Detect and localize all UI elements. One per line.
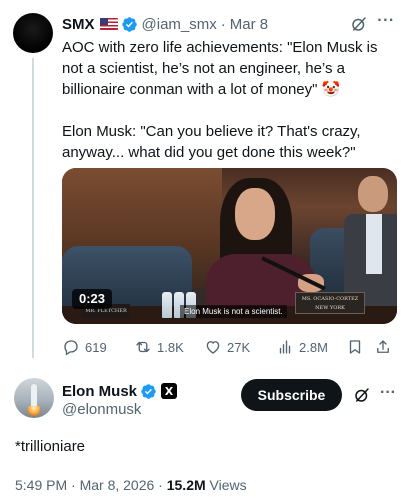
share-button[interactable]	[374, 336, 397, 358]
heart-icon	[206, 341, 220, 354]
repost-button[interactable]: 1.8K	[134, 336, 184, 358]
quoted-tweet-header: SMX @iam_smx · Mar 8	[62, 14, 268, 34]
share-icon	[377, 340, 389, 353]
reply-count: 619	[85, 339, 107, 355]
like-button[interactable]: 27K	[204, 336, 250, 358]
views-label: Views	[205, 477, 247, 493]
tweet-text: *trillioniare	[15, 438, 86, 455]
tweet-text: AOC with zero life achievements: "Elon M…	[62, 37, 400, 163]
video-duration: 0:23	[72, 289, 113, 309]
verified-badge-icon[interactable]	[140, 383, 157, 400]
video-caption: Elon Musk is not a scientist.	[180, 305, 287, 318]
repost-count: 1.8K	[157, 339, 184, 355]
author-handle[interactable]: @iam_smx	[142, 16, 217, 33]
tweet-metadata: 5:49 PM · Mar 8, 2026 · 15.2M Views	[15, 477, 247, 493]
views-count: 2.8M	[299, 339, 328, 355]
quoted-tweet[interactable]: SMX @iam_smx · Mar 8 ··· AOC with zero l…	[0, 0, 409, 368]
tweet-date[interactable]: Mar 8	[230, 16, 268, 33]
analytics-icon	[279, 340, 291, 354]
tweet-timestamp[interactable]: 5:49 PM · Mar 8, 2026 ·	[15, 477, 167, 493]
author-name[interactable]: SMX	[62, 16, 95, 33]
author-name[interactable]: Elon Musk	[62, 383, 137, 400]
reply-button[interactable]: 619	[62, 336, 107, 358]
tweet-text-paragraph: AOC with zero life achievements: "Elon M…	[62, 39, 378, 98]
views-button[interactable]: 2.8M	[276, 336, 328, 358]
more-options-icon[interactable]: ···	[378, 385, 398, 405]
avatar[interactable]	[14, 378, 54, 418]
main-tweet[interactable]: Elon Musk X @elonmusk Subscribe ··· *tri…	[0, 368, 409, 503]
us-flag-icon	[99, 18, 118, 30]
tweet-actions: 619 1.8K 27K 2.8M	[62, 336, 402, 358]
nameplate-line: MS. OCASIO-CORTEZ	[301, 296, 359, 302]
grok-icon[interactable]	[353, 386, 371, 404]
rocket-image	[31, 384, 37, 408]
grok-icon[interactable]	[350, 15, 368, 33]
bookmark-button[interactable]	[346, 336, 369, 358]
verified-badge-icon[interactable]	[121, 16, 138, 33]
avatar[interactable]	[13, 13, 53, 53]
rocket-flame	[28, 406, 40, 416]
separator-dot: ·	[220, 15, 226, 33]
tweet-text-paragraph: Elon Musk: "Can you believe it? That's c…	[62, 123, 361, 161]
views-count: 15.2M	[166, 477, 206, 493]
subscribe-button[interactable]: Subscribe	[241, 379, 342, 411]
x-affiliation-badge-icon[interactable]: X	[161, 383, 178, 399]
reply-icon	[64, 340, 78, 356]
nameplate-line: NEW YORK	[315, 305, 345, 311]
video-player[interactable]: MR. FLETCHER MS. OCASIO-CORTEZ NEW YORK …	[62, 168, 397, 324]
more-options-icon[interactable]: ···	[376, 13, 396, 33]
author-handle[interactable]: @elonmusk	[62, 401, 141, 418]
like-count: 27K	[227, 339, 251, 355]
repost-icon	[136, 341, 150, 353]
video-nameplate: MS. OCASIO-CORTEZ NEW YORK	[295, 292, 365, 314]
author-name-row: Elon Musk X	[62, 381, 178, 401]
bookmark-icon	[349, 340, 361, 354]
thread-connector-line	[32, 58, 34, 358]
